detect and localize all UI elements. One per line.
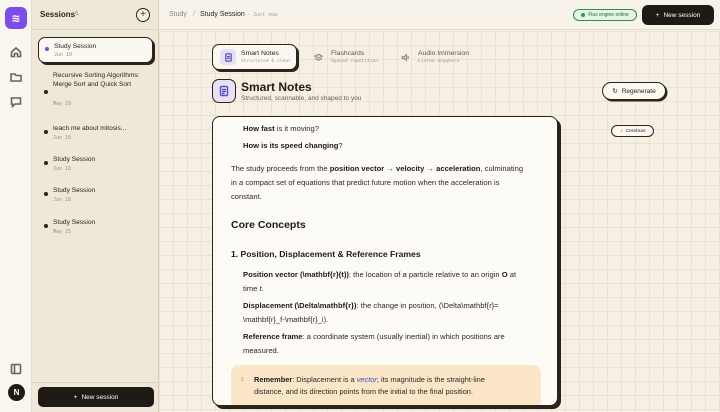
- session-date: Jun 19: [54, 52, 73, 58]
- home-icon[interactable]: [8, 44, 24, 60]
- bolt-icon: ⚡: [619, 128, 624, 135]
- breadcrumb-separator: /: [193, 11, 195, 18]
- mode-sub: Structured & clear: [241, 59, 291, 64]
- plus-icon: +: [655, 11, 660, 19]
- paragraph-line: constant.: [231, 192, 262, 201]
- session-item[interactable]: Recursive Sorting Algorithms: Merge Sort…: [38, 71, 153, 107]
- session-item[interactable]: Study Session May 25: [38, 218, 153, 236]
- subsection-heading: 1. Position, Displacement & Reference Fr…: [231, 249, 421, 259]
- engine-status-label: Flux engine online: [588, 12, 629, 18]
- page-title: Smart Notes: [241, 80, 312, 94]
- mode-sub: Listen anywhere: [418, 59, 460, 64]
- sidebar-divider: [32, 382, 159, 383]
- session-dot: [44, 161, 48, 165]
- mode-tab-smart-notes[interactable]: Smart Notes Structured & clear: [212, 44, 297, 70]
- session-date: May 29: [53, 101, 72, 107]
- refresh-icon: ↻: [612, 88, 618, 95]
- mode-sub: Spaced repetition: [331, 59, 379, 64]
- new-session-button[interactable]: + New session: [38, 387, 154, 407]
- model-badge-label: Cerebras: [625, 128, 646, 134]
- notes-header-icon: [212, 79, 236, 103]
- mode-tab-flashcards[interactable]: Flashcards Spaced repetition: [303, 44, 383, 70]
- mode-label: Audio Immersion: [418, 50, 469, 57]
- app-rail: ≋ N: [0, 0, 32, 412]
- remember-callout: ♀ Remember: Displacement is a vector; it…: [231, 365, 541, 405]
- definition-line: measured.: [243, 346, 279, 355]
- engine-status-badge: Flux engine online: [573, 9, 637, 21]
- new-session-label: New session: [81, 393, 119, 401]
- definition-line: Reference frame: a coordinate system (us…: [243, 332, 505, 341]
- main-content: Smart Notes Structured & clear Flashcard…: [159, 31, 720, 412]
- avatar[interactable]: N: [8, 384, 25, 401]
- session-dot: [44, 192, 48, 196]
- definition-line: time t.: [243, 284, 264, 293]
- session-count: 6: [75, 11, 79, 17]
- top-bar: Study / Study Session · Just now Flux en…: [159, 0, 720, 30]
- folder-icon[interactable]: [8, 69, 24, 85]
- session-date: Jun 18: [53, 197, 72, 203]
- lightbulb-icon: ♀: [239, 374, 246, 384]
- model-badge: ⚡ Cerebras: [611, 125, 654, 137]
- paragraph-line: The study proceeds from the position vec…: [231, 164, 524, 173]
- session-item[interactable]: Study Session Jun 18: [38, 186, 153, 204]
- regenerate-button[interactable]: ↻ Regenerate: [602, 82, 666, 100]
- status-dot-icon: [581, 13, 586, 17]
- notes-document: How fast is it moving? How is its speed …: [212, 116, 558, 406]
- session-name: Study Session: [53, 187, 96, 194]
- definition-line: \mathbf{r}_f-\mathbf{r}_i).: [243, 315, 329, 324]
- section-heading: Core Concepts: [231, 219, 306, 231]
- session-name: teach me about mitosis...: [53, 125, 127, 132]
- app-logo-icon[interactable]: ≋: [5, 7, 27, 29]
- note-line: How is its speed changing?: [243, 141, 343, 150]
- plus-icon: +: [73, 393, 78, 401]
- layers-icon: [310, 49, 326, 65]
- sidebar-title: Sessions: [40, 10, 76, 19]
- definition-line: Displacement (\Delta\mathbf{r}): the cha…: [243, 301, 499, 310]
- session-item[interactable]: Study Session Jun 19: [38, 37, 153, 63]
- add-session-button[interactable]: +: [136, 8, 150, 22]
- session-name: Study Session: [53, 156, 96, 163]
- session-date: May 25: [53, 229, 72, 235]
- note-line: How fast is it moving?: [243, 124, 319, 133]
- session-item[interactable]: teach me about mitosis... Jun 18: [38, 124, 153, 142]
- mode-label: Flashcards: [331, 50, 365, 57]
- session-dot: [44, 90, 48, 94]
- regenerate-label: Regenerate: [621, 87, 656, 95]
- session-dot: [44, 130, 48, 134]
- session-dot: [45, 47, 49, 51]
- definition-line: Position vector (\mathbf{r}(t)): the loc…: [243, 270, 517, 279]
- breadcrumb-root[interactable]: Study: [169, 11, 187, 18]
- last-saved-time: · Just now: [247, 12, 278, 18]
- session-dot: [44, 224, 48, 228]
- mode-label: Smart Notes: [241, 50, 279, 57]
- session-item[interactable]: Study Session Jun 18: [38, 155, 153, 173]
- sessions-sidebar: Sessions 6 + Study Session Jun 19 Recurs…: [32, 0, 159, 412]
- callout-text: Remember: Displacement is a vector; its …: [254, 375, 485, 396]
- session-name: Study Session: [54, 43, 97, 50]
- breadcrumb-current: Study Session: [200, 11, 245, 18]
- chat-icon[interactable]: [8, 94, 24, 110]
- session-name: Recursive Sorting Algorithms: Merge Sort…: [53, 72, 140, 88]
- panel-icon[interactable]: [8, 361, 24, 377]
- new-session-top-button[interactable]: + New session: [642, 5, 714, 25]
- sidebar-header: Sessions 6 +: [32, 0, 159, 30]
- page-subtitle: Structured, scannable, and shaped to you: [241, 95, 362, 102]
- mode-tab-audio-immersion[interactable]: Audio Immersion Listen anywhere: [390, 44, 480, 70]
- paragraph-line: in a compact set of equations that predi…: [231, 178, 500, 187]
- notes-icon: [220, 49, 236, 65]
- session-date: Jun 18: [53, 166, 72, 172]
- new-session-top-label: New session: [663, 11, 701, 19]
- session-date: Jun 18: [53, 135, 72, 141]
- session-name: Study Session: [53, 219, 96, 226]
- speaker-icon: [397, 49, 413, 65]
